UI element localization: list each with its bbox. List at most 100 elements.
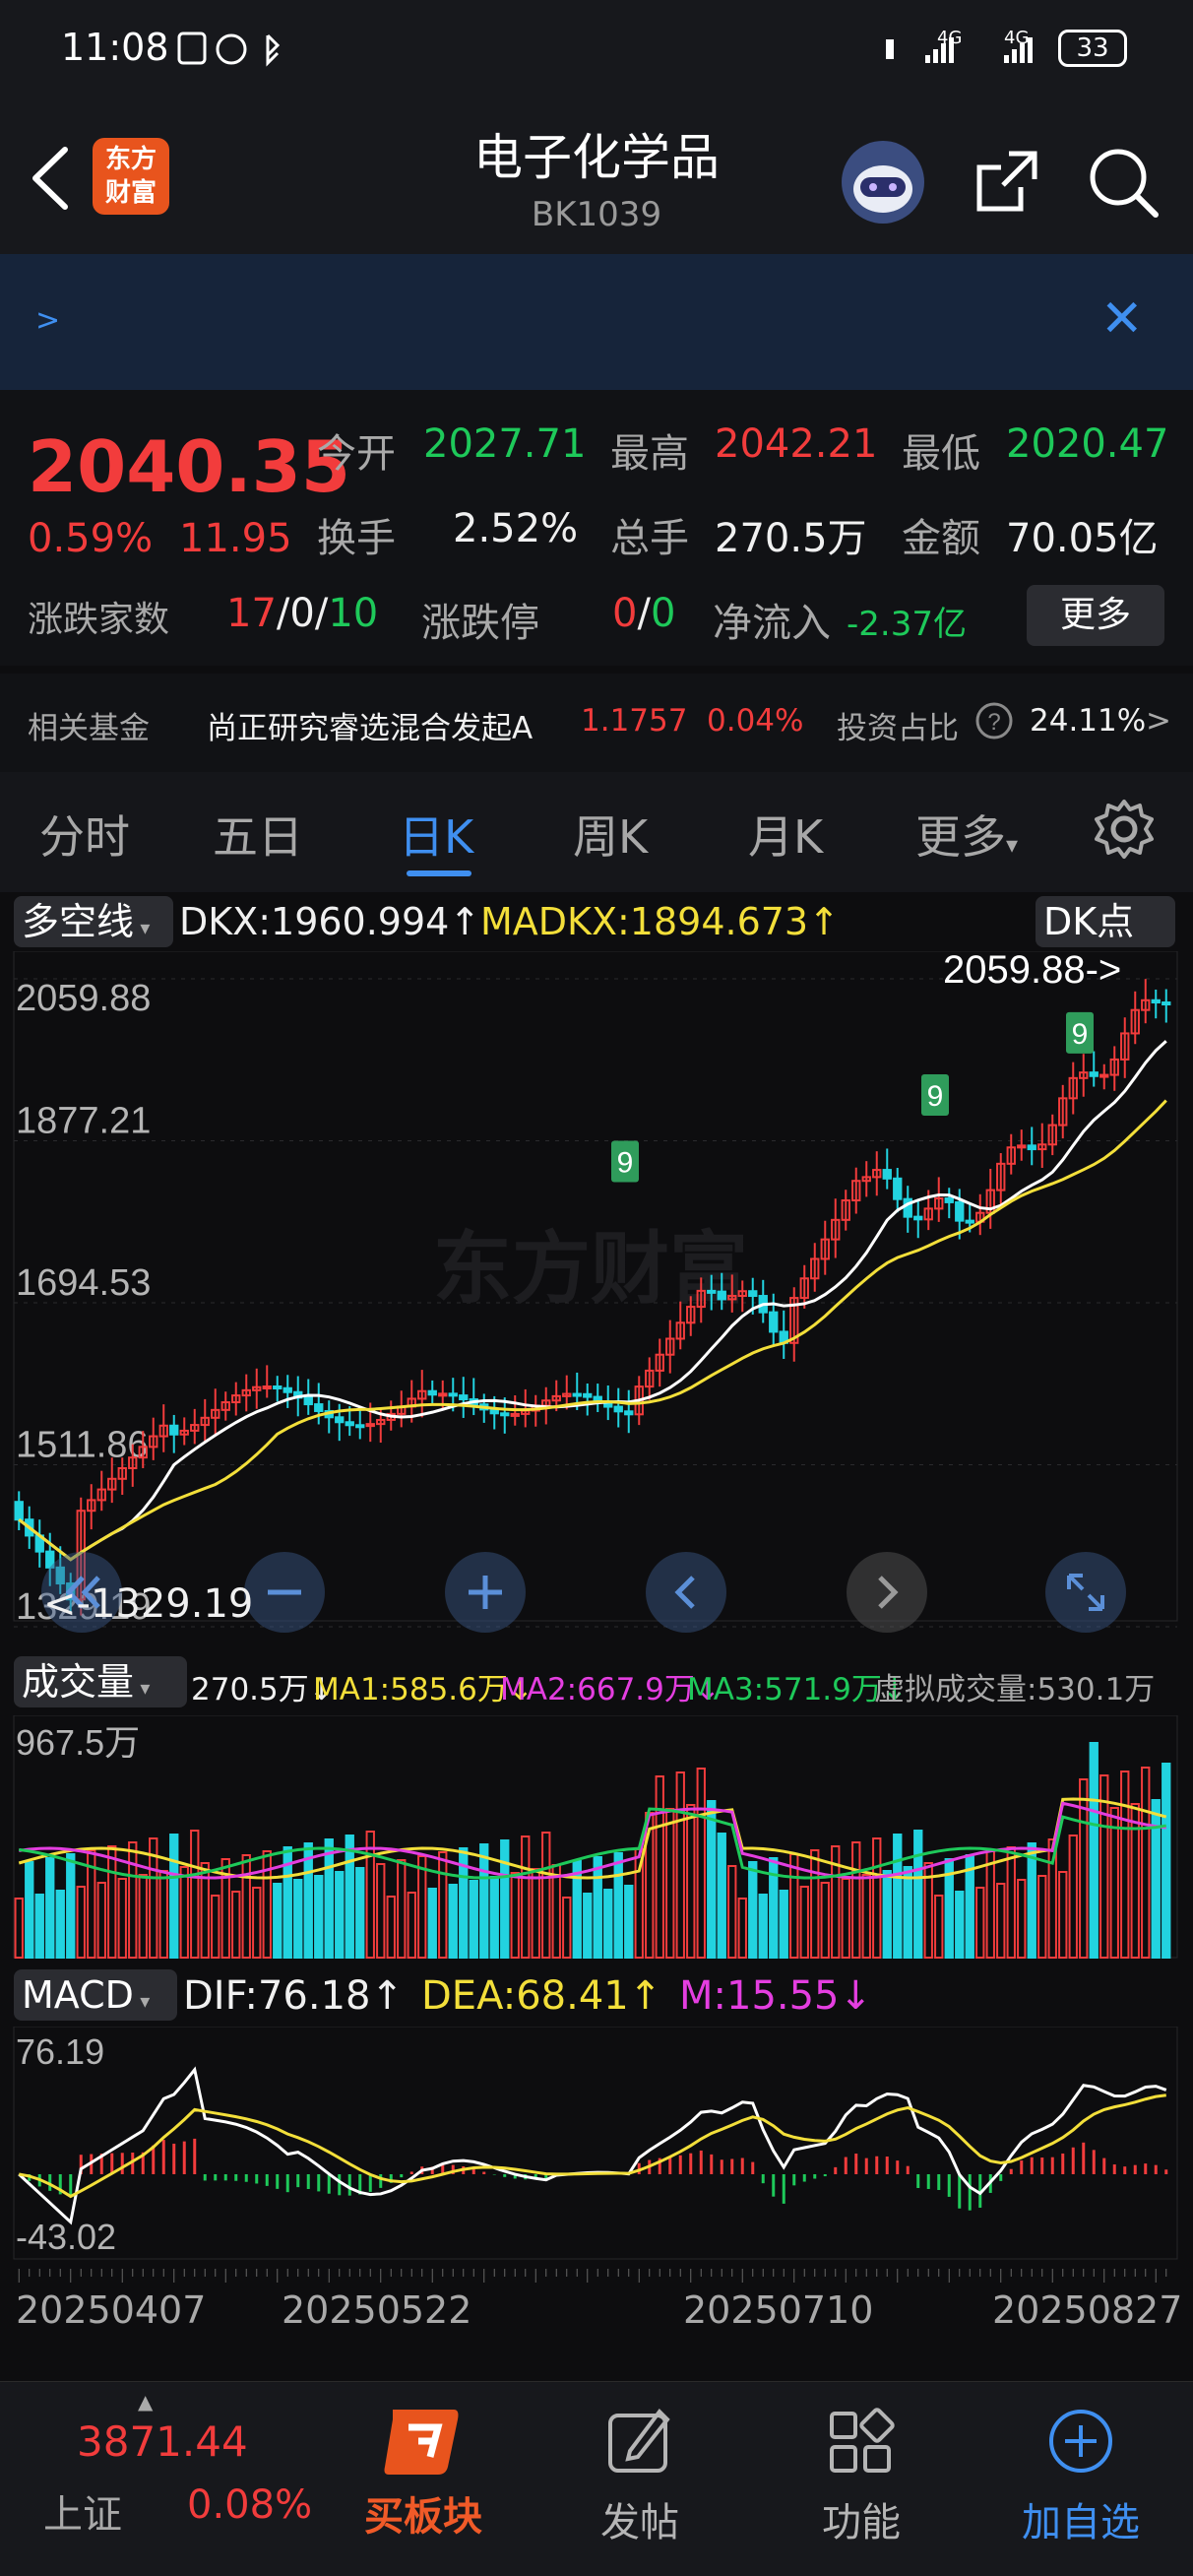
volume-label: 总手 <box>610 516 689 561</box>
tab-daily-k[interactable]: 日K <box>399 802 473 867</box>
date-label-3: 20250710 <box>683 2288 874 2332</box>
eastmoney-logo: 东方 财富 <box>93 138 169 215</box>
candle-body <box>572 1392 582 1397</box>
volume-bar <box>489 1876 499 1959</box>
volume-bar <box>531 1868 540 1959</box>
volume-bar <box>903 1866 912 1959</box>
volume-bar <box>861 1874 871 1959</box>
fund-name[interactable]: 尚正研究睿选混合发起A <box>207 703 533 747</box>
volume-bar <box>789 1853 799 1959</box>
volume-indicator-selector[interactable]: 成交量 ▾ <box>14 1656 187 1707</box>
max-price-marker: 2059.88-> <box>943 951 1121 992</box>
more-button[interactable]: 更多 <box>1027 585 1164 646</box>
minus-icon <box>268 1589 301 1595</box>
candle-body <box>882 1169 892 1180</box>
volume-chart[interactable]: 967.5万 <box>0 1715 1193 1962</box>
banner-arrow: > <box>35 303 61 338</box>
expand-icon <box>1067 1574 1104 1611</box>
edit-icon <box>608 2408 670 2473</box>
volume-bar <box>696 1768 706 1959</box>
updown-count: 17/0/10 <box>226 591 379 636</box>
netflow-value: -2.37亿 <box>847 605 967 644</box>
candle-body <box>262 1385 272 1390</box>
current-price: 2040.35 <box>28 425 350 508</box>
functions-label: 功能 <box>822 2500 901 2545</box>
index-change[interactable]: 0.08% <box>187 2482 312 2528</box>
volume-bar <box>893 1834 903 1959</box>
fund-arrow: > <box>1146 703 1171 739</box>
tab-more[interactable]: 更多▾ <box>915 802 1018 867</box>
main-indicator-selector[interactable]: 多空线 ▾ <box>14 896 173 947</box>
volume-bar <box>479 1843 489 1959</box>
volume-bar <box>158 1870 168 1959</box>
open-label: 今开 <box>317 431 396 477</box>
fund-nav: 1.1757 <box>581 703 688 739</box>
functions-button[interactable]: 功能 <box>763 2402 960 2547</box>
candle-body <box>459 1394 469 1401</box>
dk-point-button[interactable]: DK点 <box>1036 896 1175 947</box>
dkx-value: DKX:1960.994↑ <box>179 900 481 943</box>
volume-bar <box>66 1853 76 1959</box>
index-name[interactable]: 上证 <box>43 2482 122 2540</box>
related-fund-row[interactable]: 相关基金 尚正研究睿选混合发起A 1.1757 0.04% 投资占比 ? 24.… <box>0 674 1193 772</box>
tab-weekly-k[interactable]: 周K <box>573 802 648 867</box>
volume-bar <box>975 1887 985 1959</box>
settings-gear-icon[interactable] <box>1093 798 1156 861</box>
fund-label: 相关基金 <box>28 711 150 746</box>
status-bar: 11:08 4G 4G 33 <box>0 0 1193 98</box>
quote-panel: 2040.35 0.59% 11.95 今开 2027.71 最高 2042.2… <box>0 390 1193 666</box>
battery-indicator: 33 <box>1058 30 1127 67</box>
add-favorite-button[interactable]: 加自选 <box>982 2402 1179 2547</box>
tab-monthly-k[interactable]: 月K <box>748 802 823 867</box>
assistant-avatar-icon[interactable] <box>839 138 927 226</box>
macd-indicator-selector[interactable]: MACD ▾ <box>14 1969 177 2021</box>
candlestick-chart[interactable]: 东方财富2059.881877.211694.531511.861329.199… <box>0 951 1193 1641</box>
zoom-out-button[interactable] <box>244 1552 325 1633</box>
candle-body <box>510 1412 520 1417</box>
volume-bar <box>365 1831 375 1959</box>
zoom-in-button[interactable] <box>445 1552 526 1633</box>
grid-icon <box>830 2408 895 2473</box>
volume-bar <box>117 1878 127 1959</box>
macd-chart[interactable]: 76.19 -43.02 <box>0 2027 1193 2263</box>
volume-bar <box>231 1891 241 1959</box>
volume-bar <box>45 1857 55 1959</box>
signal-label-1: 4G <box>937 28 963 48</box>
candle-body <box>438 1392 448 1397</box>
svg-text:?: ? <box>987 709 1000 736</box>
help-icon[interactable]: ? <box>974 701 1014 741</box>
volume-bar <box>138 1874 148 1959</box>
candle-body <box>345 1421 354 1427</box>
tab-intraday[interactable]: 分时 <box>39 802 130 867</box>
close-icon[interactable]: ✕ <box>1100 290 1144 349</box>
volume-bar <box>211 1895 220 1959</box>
candle-body <box>500 1412 510 1417</box>
share-icon[interactable] <box>970 144 1044 219</box>
volume-bar <box>376 1863 386 1959</box>
td-nine-label: 9 <box>927 1080 944 1113</box>
buy-board-icon <box>384 2410 459 2475</box>
open-value: 2027.71 <box>423 421 587 467</box>
fullscreen-button[interactable] <box>1045 1552 1126 1633</box>
scroll-left-button[interactable] <box>646 1552 726 1633</box>
scroll-right-button[interactable] <box>847 1552 927 1633</box>
kline-chart-area[interactable]: 多空线 ▾ DKX:1960.994↑ MADKX:1894.673↑ DK点 … <box>0 892 1193 2369</box>
volume-bar <box>407 1892 416 1959</box>
volume-bar <box>707 1800 717 1959</box>
volume-bar <box>985 1850 995 1959</box>
candle-body <box>335 1416 345 1424</box>
volume-bar <box>541 1832 551 1959</box>
volume-bar <box>758 1894 768 1959</box>
volume-bar <box>737 1898 747 1959</box>
candle-body <box>314 1403 324 1412</box>
buy-board-button[interactable]: 买板块 <box>325 2402 522 2542</box>
turnover-value: 2.52% <box>453 506 579 551</box>
turnover-label: 换手 <box>317 516 396 561</box>
macd-frame <box>13 2027 1178 2260</box>
notice-banner[interactable]: > ✕ <box>0 254 1193 390</box>
search-icon[interactable] <box>1083 142 1162 221</box>
post-button[interactable]: 发帖 <box>541 2402 738 2547</box>
index-value[interactable]: 3871.44 <box>77 2417 248 2466</box>
price-axis-label: 2059.88 <box>16 978 151 1019</box>
tab-five-day[interactable]: 五日 <box>213 802 303 867</box>
